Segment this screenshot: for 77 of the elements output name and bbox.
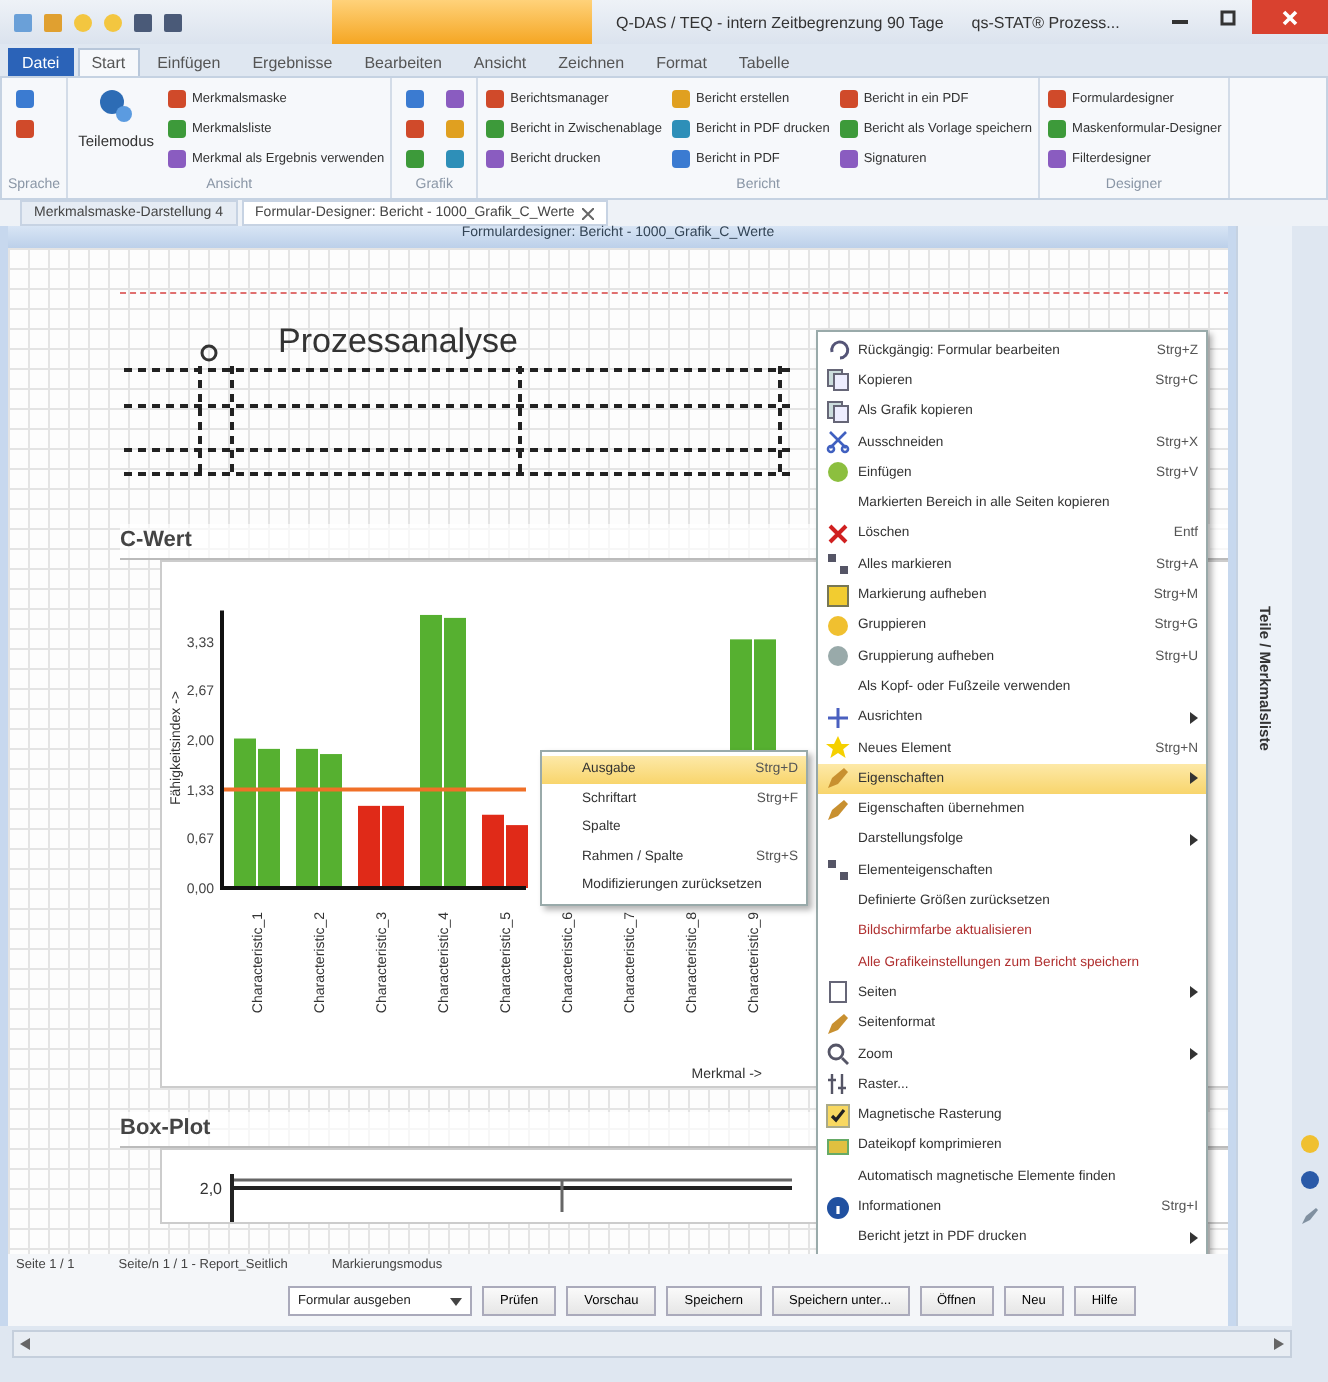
toolbar-icon: [484, 88, 507, 110]
circle-icon: [200, 343, 218, 362]
save-icon[interactable]: [132, 11, 154, 33]
bar: [296, 747, 318, 888]
ribbon-tab[interactable]: Format: [642, 48, 721, 76]
ribbon-tab[interactable]: Ansicht: [459, 48, 541, 76]
toolbar-icon: [1046, 88, 1069, 110]
page-icon: [826, 980, 850, 1005]
arrows-icon: [826, 705, 850, 730]
caret-icon: [450, 1297, 462, 1306]
bar: [320, 753, 342, 888]
circle-icon[interactable]: [1300, 1170, 1320, 1190]
square-icon: [826, 583, 850, 608]
toolbar-icon: [484, 118, 507, 140]
window-title: Q-DAS / TEQ - intern Zeitbegrenzung 90 Tage: [616, 13, 944, 31]
toolbar-icon: [403, 148, 426, 170]
circle-icon: [826, 644, 850, 669]
scissors-icon: [826, 430, 850, 455]
section-title: C-Wert: [120, 528, 192, 553]
app-icon[interactable]: [12, 11, 34, 33]
toolbar-icon: [670, 88, 692, 110]
toolbar-icon: [670, 148, 692, 170]
report-title: Prozessanalyse: [278, 321, 519, 362]
bar: [506, 824, 528, 888]
info-icon: [826, 1195, 850, 1219]
toolbar-icon: [1046, 148, 1069, 170]
pencil-icon: [826, 797, 850, 822]
pages-icon: [826, 368, 850, 393]
toolbar-icon: [443, 88, 466, 110]
toolbar-icon: [403, 88, 426, 110]
ribbon-tab[interactable]: Bearbeiten: [350, 48, 456, 76]
ribbon-tab[interactable]: Ergebnisse: [238, 48, 347, 76]
toolbar-icon: [837, 88, 860, 110]
toolbar-icon: [1046, 118, 1069, 140]
toolbar-icon: [837, 148, 860, 170]
close-icon[interactable]: [582, 207, 595, 219]
toolbar-icon: [166, 148, 189, 170]
scroll-right-icon[interactable]: [1274, 1338, 1284, 1350]
bar: [258, 747, 280, 888]
toolbar-icon: [837, 118, 860, 140]
close-icon: [1282, 9, 1298, 25]
toolbar-icon: [484, 148, 507, 170]
bar: [358, 804, 380, 888]
close-button[interactable]: [1252, 0, 1328, 34]
search-icon: [826, 1042, 850, 1067]
ribbon-tab[interactable]: Start: [77, 48, 140, 76]
box-icon: [826, 1133, 850, 1158]
ribbon-tab[interactable]: Einfügen: [143, 48, 235, 76]
toolbar-icon: [670, 118, 692, 140]
scroll-left-icon[interactable]: [20, 1338, 30, 1350]
circle-icon: [826, 613, 850, 638]
toolbar-icon: [443, 118, 466, 140]
toolbar-icon: [13, 88, 35, 110]
bar: [382, 804, 404, 888]
window-subtitle: qs-STAT® Prozess...: [971, 13, 1120, 31]
pencil-icon: [826, 1011, 850, 1036]
circle-icon: [826, 460, 850, 485]
cross-icon: [826, 521, 850, 546]
save-icon[interactable]: [162, 11, 184, 33]
section-title: Box-Plot: [120, 1116, 211, 1141]
bar: [482, 813, 504, 888]
file-tab[interactable]: Datei: [8, 48, 74, 76]
horizontal-scrollbar[interactable]: [12, 1330, 1292, 1358]
pages-icon: [826, 399, 850, 424]
ribbon-tab[interactable]: Tabelle: [724, 48, 804, 76]
toolbar-icon: [166, 118, 189, 140]
ruler-icon: [826, 1072, 850, 1097]
toolbar-icon: [13, 118, 35, 140]
axis-tick-label: 2,0: [199, 1179, 222, 1198]
pencil-icon[interactable]: [1300, 1206, 1320, 1226]
toolbar-icon: [443, 148, 466, 170]
toolbar-icon: [403, 118, 426, 140]
maximize-icon: [1220, 9, 1236, 25]
pencil-icon: [826, 766, 850, 791]
toolbar-icon: [166, 88, 189, 110]
ribbon-tab[interactable]: Zeichnen: [544, 48, 639, 76]
checkmark-icon: [826, 1103, 850, 1128]
